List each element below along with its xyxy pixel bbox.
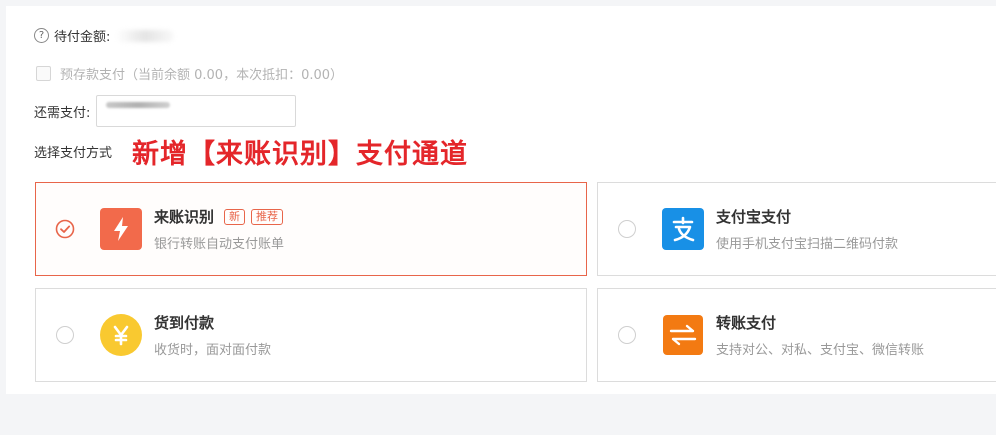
choose-method-label: 选择支付方式 xyxy=(34,145,113,161)
payment-method-card-alipay[interactable]: 支付宝支付 使用手机支付宝扫描二维码付款 xyxy=(597,182,996,276)
card-text: 货到付款 收货时，面对面付款 xyxy=(154,312,271,358)
amount-due-row: ? 待付金额: xyxy=(34,26,175,45)
method-description: 支持对公、对私、支付宝、微信转账 xyxy=(716,343,925,358)
remaining-amount-field[interactable] xyxy=(96,95,297,127)
prepaid-label: 预存款支付（当前余额 0.00，本次抵扣：0.00） xyxy=(60,68,344,83)
radio-unchecked-icon[interactable] xyxy=(56,326,74,344)
card-text: 转账支付 支持对公、对私、支付宝、微信转账 xyxy=(716,312,924,358)
recommended-badge: 推荐 xyxy=(251,208,284,225)
amount-due-label: 待付金额: xyxy=(54,30,111,45)
transfer-arrows-icon xyxy=(663,315,703,355)
remaining-label: 还需支付: xyxy=(34,105,91,121)
method-description: 银行转账自动支付账单 xyxy=(154,237,285,252)
yuan-icon xyxy=(100,314,142,356)
amount-due-value-redacted xyxy=(116,29,175,42)
card-text: 支付宝支付 使用手机支付宝扫描二维码付款 xyxy=(716,206,898,252)
payment-method-card-cash-on-delivery[interactable]: 货到付款 收货时，面对面付款 xyxy=(35,288,587,382)
payment-panel: ? 待付金额: 预存款支付（当前余额 0.00，本次抵扣：0.00） 还需支付:… xyxy=(6,6,996,394)
alipay-icon xyxy=(662,208,704,250)
radio-unchecked-icon[interactable] xyxy=(618,326,636,344)
method-title: 转账支付 xyxy=(716,314,777,332)
method-title: 支付宝支付 xyxy=(716,208,792,226)
choose-method-row: 选择支付方式 新增【来账识别】支付通道 xyxy=(34,134,469,170)
prepaid-checkbox[interactable] xyxy=(36,66,51,81)
method-title: 来账识别 xyxy=(154,208,215,226)
remaining-amount-redacted xyxy=(106,102,171,108)
payment-method-card-bank-transfer[interactable]: 转账支付 支持对公、对私、支付宝、微信转账 xyxy=(597,288,996,382)
remaining-row: 还需支付: xyxy=(34,95,297,127)
radio-unchecked-icon[interactable] xyxy=(618,220,636,238)
method-description: 使用手机支付宝扫描二维码付款 xyxy=(716,237,899,252)
method-description: 收货时，面对面付款 xyxy=(154,343,272,358)
prepaid-row: 预存款支付（当前余额 0.00，本次抵扣：0.00） xyxy=(36,64,343,83)
lightning-icon xyxy=(100,208,142,250)
announcement-text: 新增【来账识别】支付通道 xyxy=(132,138,469,170)
method-title: 货到付款 xyxy=(154,314,215,332)
new-badge: 新 xyxy=(224,208,246,225)
radio-checked-icon[interactable] xyxy=(55,219,75,239)
question-icon[interactable]: ? xyxy=(34,28,49,43)
card-text: 来账识别 新 推荐 银行转账自动支付账单 xyxy=(154,206,284,252)
payment-method-card-incoming-transfer[interactable]: 来账识别 新 推荐 银行转账自动支付账单 xyxy=(35,182,587,276)
